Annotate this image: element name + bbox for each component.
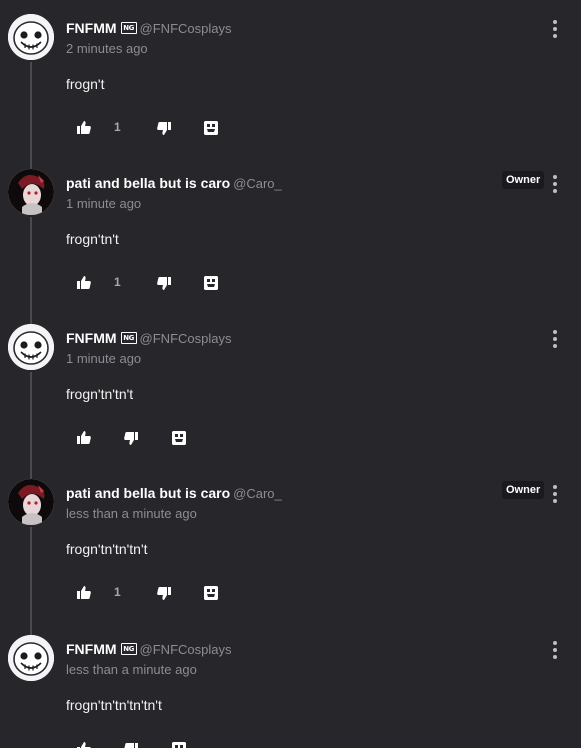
like-count: 1 [114,275,121,289]
dislike-button[interactable] [121,739,141,748]
thumbs-down-icon [157,277,171,290]
comment-body: frogn'tn'tn't [66,386,134,402]
reaction-icon [204,586,218,600]
dislike-button[interactable] [154,583,174,603]
comment-header: FNFMM NG @FNFCosplays [66,20,231,37]
comment-header: pati and bella but is caro @Caro_ [66,175,282,192]
skull-avatar-icon [8,14,54,60]
comment-body: frogn'tn't [66,231,119,247]
like-button[interactable] [74,273,94,293]
reaction-button[interactable] [201,273,221,293]
avatar[interactable] [8,479,54,525]
thumbs-up-icon [77,276,91,289]
character-avatar-icon [8,479,54,525]
thumbs-down-icon [124,743,138,748]
comment-header: FNFMM NG @FNFCosplays [66,330,231,347]
more-options-icon [553,20,557,38]
more-options-icon [553,485,557,503]
reaction-icon [172,431,186,445]
ng-badge-label: NG [121,23,136,33]
ng-badge-icon: NG [120,332,137,344]
timestamp[interactable]: 2 minutes ago [66,41,148,56]
thumbs-up-icon [77,431,91,444]
avatar[interactable] [8,169,54,215]
more-options-icon [553,330,557,348]
more-options-button[interactable] [546,18,564,40]
like-button[interactable] [74,118,94,138]
username[interactable]: pati and bella but is caro [66,175,230,191]
more-options-button[interactable] [546,483,564,505]
avatar[interactable] [8,324,54,370]
dislike-button[interactable] [154,118,174,138]
more-options-icon [553,175,557,193]
timestamp[interactable]: 1 minute ago [66,351,141,366]
user-handle[interactable]: @FNFCosplays [140,21,232,36]
reaction-button[interactable] [169,739,189,748]
comment-body: frogn'tn'tn'tn't [66,541,148,557]
thumbs-down-icon [157,122,171,135]
more-options-button[interactable] [546,173,564,195]
user-handle[interactable]: @FNFCosplays [140,331,232,346]
like-count: 1 [114,120,121,134]
comment-header: FNFMM NG @FNFCosplays [66,641,231,658]
like-button[interactable] [74,739,94,748]
like-count: 1 [114,585,121,599]
timestamp[interactable]: less than a minute ago [66,506,197,521]
comment-body: frogn'tn'tn'tn'tn't [66,697,162,713]
reaction-button[interactable] [201,583,221,603]
thumbs-up-icon [77,742,91,748]
reaction-icon [204,276,218,290]
thumbs-up-icon [77,586,91,599]
comment-item: FNFMM NG @FNFCosplays 1 minute ago frogn't… [0,310,581,465]
thumbs-up-icon [77,121,91,134]
username[interactable]: FNFMM [66,641,117,657]
thumbs-down-icon [157,587,171,600]
username[interactable]: FNFMM [66,20,117,36]
comment-thread: FNFMM NG @FNFCosplays 2 minutes ago frogn'… [0,0,581,748]
user-handle[interactable]: @FNFCosplays [140,642,232,657]
more-options-button[interactable] [546,639,564,661]
dislike-button[interactable] [154,273,174,293]
comment-item: FNFMM NG @FNFCosplays 2 minutes ago frogn'… [0,0,581,155]
reaction-icon [204,121,218,135]
like-button[interactable] [74,428,94,448]
like-button[interactable] [74,583,94,603]
avatar[interactable] [8,14,54,60]
character-avatar-icon [8,169,54,215]
comment-body: frogn't [66,76,105,92]
more-options-button[interactable] [546,328,564,350]
ng-badge-icon: NG [120,643,137,655]
owner-badge: Owner [502,481,545,499]
comment-header: pati and bella but is caro @Caro_ [66,485,282,502]
timestamp[interactable]: 1 minute ago [66,196,141,211]
avatar[interactable] [8,635,54,681]
more-options-icon [553,641,557,659]
timestamp[interactable]: less than a minute ago [66,662,197,677]
reaction-button[interactable] [169,428,189,448]
user-handle[interactable]: @Caro_ [233,486,282,501]
reaction-button[interactable] [201,118,221,138]
ng-badge-label: NG [121,644,136,654]
user-handle[interactable]: @Caro_ [233,176,282,191]
comment-item: pati and bella but is caro @Caro_ less th… [0,465,581,620]
ng-badge-label: NG [121,333,136,343]
reaction-icon [172,742,186,748]
comment-item: FNFMM NG @FNFCosplays less than a minute a… [0,621,581,748]
username[interactable]: FNFMM [66,330,117,346]
ng-badge-icon: NG [120,22,137,34]
comment-item: pati and bella but is caro @Caro_ 1 minut… [0,155,581,310]
dislike-button[interactable] [121,428,141,448]
username[interactable]: pati and bella but is caro [66,485,230,501]
skull-avatar-icon [8,635,54,681]
owner-badge: Owner [502,171,545,189]
skull-avatar-icon [8,324,54,370]
thumbs-down-icon [124,432,138,445]
